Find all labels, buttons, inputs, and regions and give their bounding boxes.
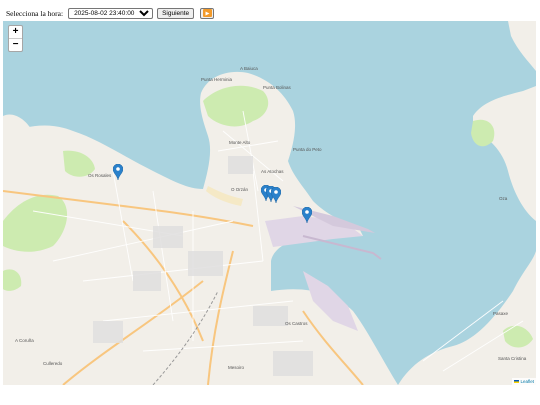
zoom-control: + − xyxy=(8,25,23,52)
map-label-santa-cristina: Santa Cristina xyxy=(498,356,527,361)
map-label-rosales: Os Rosales xyxy=(88,173,112,178)
map-label-pasaxe: Pasaxe xyxy=(493,311,509,316)
hour-select[interactable]: 2025-08-02 23:40:00 xyxy=(68,7,154,19)
map-label-castros: Os Castros xyxy=(285,321,308,326)
map-tiles xyxy=(3,21,536,385)
map-label-bolinas: Punta Bolinas xyxy=(263,85,291,90)
map-label-herminia: Punta Herminia xyxy=(201,77,233,82)
map-label-oza: Oza xyxy=(499,196,508,201)
flag-icon xyxy=(514,380,520,384)
hour-toolbar: Selecciona la hora: 2025-08-02 23:40:00 … xyxy=(6,6,215,20)
map-label-atochas: As Atochas xyxy=(261,169,284,174)
map-marker-pin[interactable] xyxy=(113,164,123,180)
map-container[interactable]: A Baiuca Punta Herminia Punta Bolinas Mo… xyxy=(3,21,536,385)
map-label-culleredo: Culleredo xyxy=(43,361,63,366)
map-attribution: Leaflet xyxy=(512,378,536,385)
zoom-out-button[interactable]: − xyxy=(9,39,22,51)
map-label-monte-alto: Monte Alto xyxy=(229,140,251,145)
map-label-orzan: O Orzán xyxy=(231,187,249,192)
zoom-in-button[interactable]: + xyxy=(9,26,22,39)
map-marker-pin[interactable] xyxy=(302,207,312,223)
play-button[interactable] xyxy=(200,7,215,19)
map-marker-pin[interactable] xyxy=(271,187,281,203)
play-icon xyxy=(202,9,212,17)
hour-label: Selecciona la hora: xyxy=(6,8,64,18)
map-label-mesoiro: Mesoiro xyxy=(228,365,245,370)
map-label-peto: Punta do Peto xyxy=(293,147,322,152)
next-button[interactable]: Siguiente xyxy=(157,7,195,19)
map-label-baiuca: A Baiuca xyxy=(240,66,258,71)
leaflet-link[interactable]: Leaflet xyxy=(520,379,534,384)
map-label-coruna: A Coruña xyxy=(15,338,34,343)
